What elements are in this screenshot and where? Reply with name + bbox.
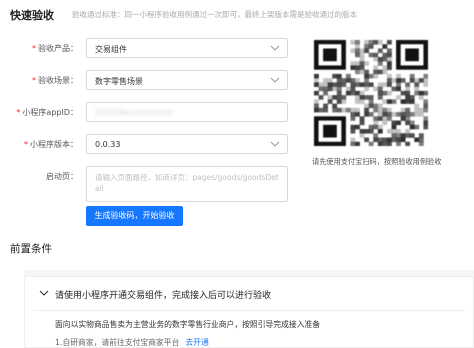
required-mark: * [24, 140, 28, 149]
prerequisites-panel: 请使用小程序开通交易组件，完成接入后可以进行验收 面向以实物商品售卖为主营业务的… [24, 270, 474, 348]
chevron-down-icon [270, 75, 280, 85]
scene-select[interactable]: 数字零售场景 [86, 70, 288, 90]
chevron-down-icon [270, 139, 280, 149]
chevron-down-icon [270, 43, 280, 53]
start-page-label: 启动页： [46, 172, 78, 181]
collapse-item: 请使用小程序开通交易组件，完成接入后可以进行验收 面向以实物商品售卖为主营业务的… [24, 276, 474, 348]
qr-code-image [314, 40, 429, 147]
version-select-value: 0.0.33 [95, 140, 121, 149]
required-mark: * [32, 76, 36, 85]
acceptance-criteria-note: 验收通过标准：同一小程序验收用例通过一次即可，最终上架版本需是验收通过的版本 [72, 10, 357, 19]
start-page-placeholder: 请输入页面路径，如商详页：pages/goods/goodsDetail [95, 173, 279, 193]
appid-input[interactable]: 202100xxxxxxxxxx [86, 102, 288, 122]
form-row-scene: * 验收场景： 数字零售场景 [0, 70, 300, 90]
appid-label: * 小程序appID： [16, 108, 78, 117]
form-row-appid: * 小程序appID： 202100xxxxxxxxxx [0, 102, 300, 122]
qr-caption: 请先使用支付宝扫码，按照验收用例验收 [312, 157, 442, 166]
scene-label: * 验收场景： [32, 76, 78, 85]
version-select[interactable]: 0.0.33 [86, 134, 288, 154]
prerequisite-step: 1.自研商家，请前往支付宝商家平台 去开通 [55, 338, 209, 347]
page-title: 快速验收 [10, 9, 54, 22]
acceptance-qr-code [314, 40, 429, 147]
appid-input-value: 202100xxxxxxxxxx [95, 108, 173, 117]
version-label: * 小程序版本： [24, 140, 78, 149]
open-link[interactable]: 去开通 [185, 338, 208, 347]
prerequisites-title: 前置条件 [10, 243, 52, 255]
prerequisite-description: 面向以实物商品售卖为主营业务的数字零售行业商户，按照引导完成接入准备 [55, 320, 321, 329]
scene-select-value: 数字零售场景 [95, 77, 143, 86]
start-page-textarea[interactable]: 请输入页面路径，如商详页：pages/goods/goodsDetail [86, 166, 288, 202]
form-row-product: * 验收产品： 交易组件 [0, 38, 300, 58]
page-header: 快速验收 验收通过标准：同一小程序验收用例通过一次即可，最终上架版本需是验收通过… [0, 0, 474, 27]
product-select[interactable]: 交易组件 [86, 38, 288, 58]
form-row-version: * 小程序版本： 0.0.33 [0, 134, 300, 154]
product-select-value: 交易组件 [95, 45, 127, 54]
form-row-start-page: 启动页： 请输入页面路径，如商详页：pages/goods/goodsDetai… [0, 166, 300, 202]
generate-qr-button[interactable]: 生成验收码，开始验收 [86, 206, 183, 226]
divider [33, 310, 465, 311]
required-mark: * [32, 44, 36, 53]
chevron-down-icon[interactable] [39, 288, 49, 298]
product-label: * 验收产品： [32, 44, 78, 53]
required-mark: * [16, 108, 21, 117]
collapse-header-title[interactable]: 请使用小程序开通交易组件，完成接入后可以进行验收 [55, 288, 271, 301]
